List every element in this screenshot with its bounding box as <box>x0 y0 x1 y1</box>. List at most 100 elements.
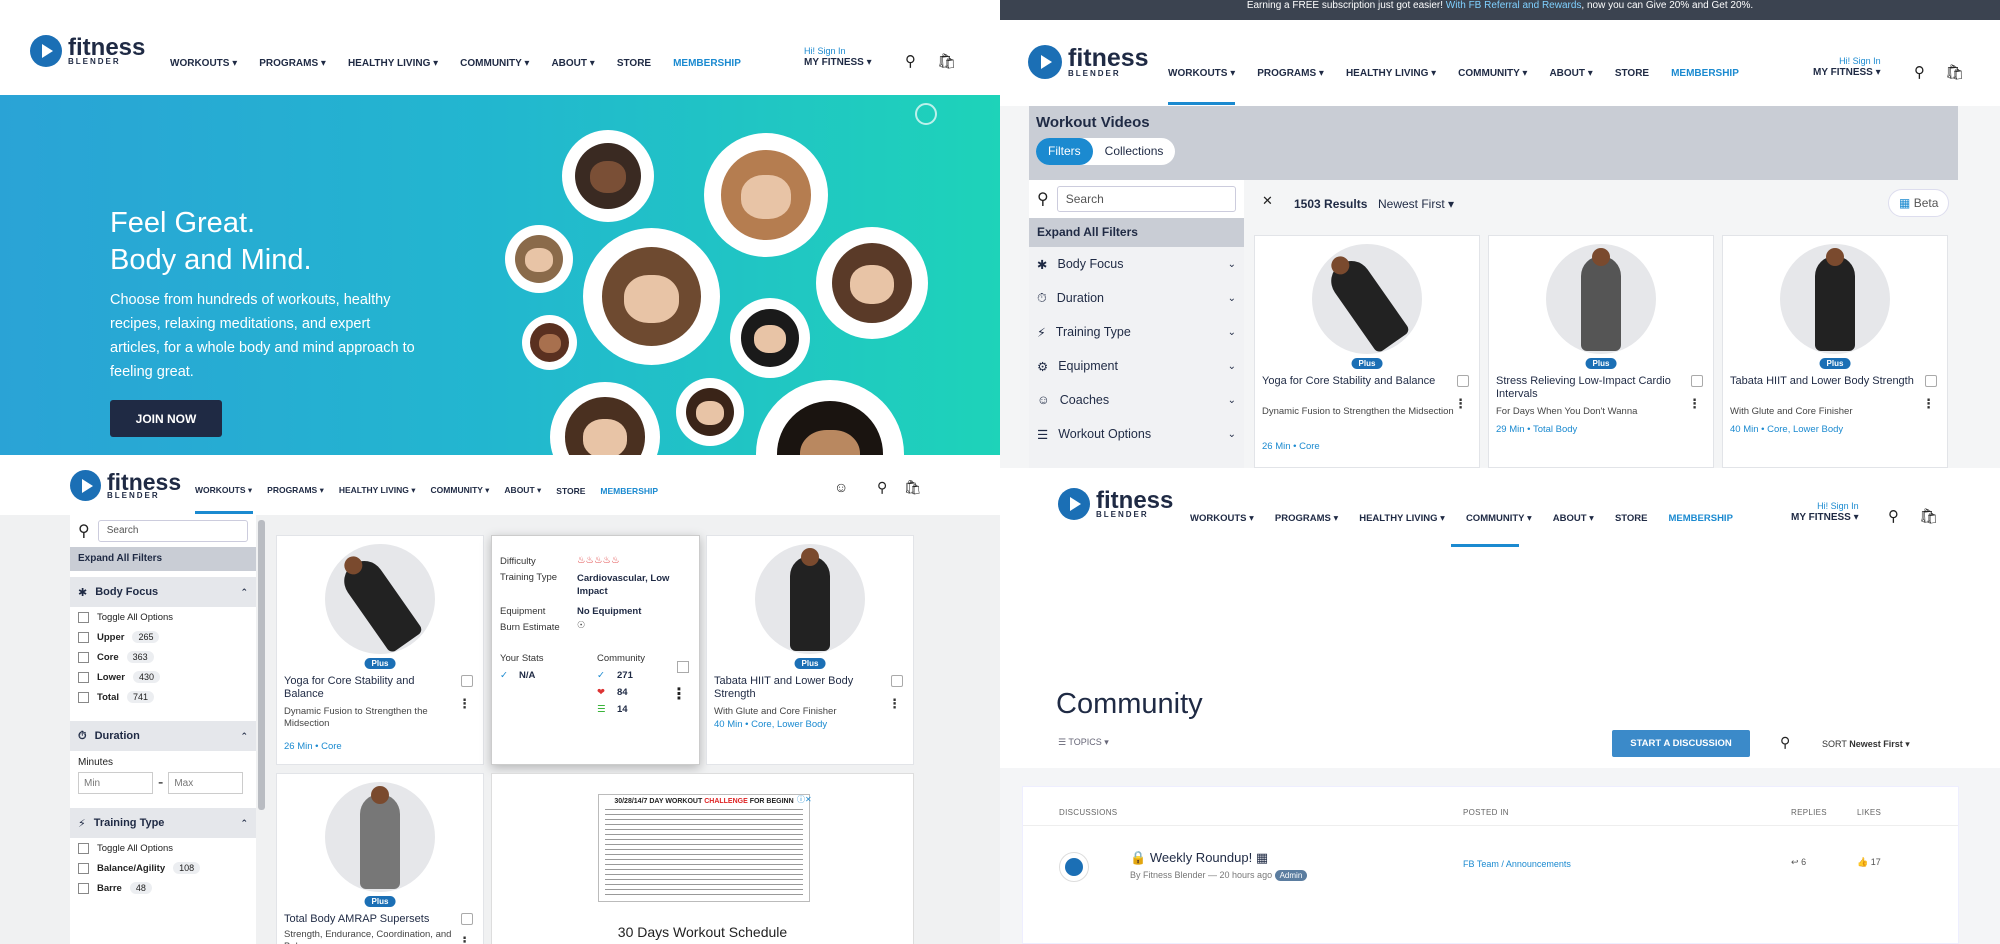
posted-in-link[interactable]: FB Team / Announcements <box>1463 859 1571 869</box>
beta-button[interactable]: ▦ Beta <box>1888 189 1950 217</box>
checkbox-core[interactable]: Core 363 <box>70 647 256 667</box>
checkbox-balance[interactable]: Balance/Agility 108 <box>70 858 256 878</box>
discussion-title[interactable]: 🔒 Weekly Roundup! ▦ <box>1130 850 1268 866</box>
expand-all-filters[interactable]: Expand All Filters <box>70 547 256 571</box>
more-options-icon[interactable]: ⋮ <box>671 684 687 704</box>
calendar-icon[interactable] <box>1691 375 1703 387</box>
nav-about[interactable]: ABOUT ▾ <box>1549 68 1592 79</box>
account-menu[interactable]: Hi! Sign In MY FITNESS ▾ <box>1791 500 1859 524</box>
brand-logo[interactable]: fitness BLENDER <box>1058 488 1173 520</box>
nav-programs[interactable]: PROGRAMS ▾ <box>1257 68 1324 79</box>
nav-membership[interactable]: MEMBERSHIP <box>1671 68 1739 79</box>
search-input[interactable]: Search <box>97 520 248 542</box>
calendar-icon[interactable] <box>891 675 903 687</box>
workout-card[interactable]: Plus Stress Relieving Low-Impact Cardio … <box>1488 235 1714 468</box>
brand-logo[interactable]: fitness BLENDER <box>1028 45 1149 79</box>
start-discussion-button[interactable]: START A DISCUSSION <box>1612 730 1750 757</box>
nav-programs[interactable]: PROGRAMS ▾ <box>1275 513 1338 524</box>
calendar-icon[interactable] <box>461 675 473 687</box>
nav-about[interactable]: ABOUT ▾ <box>1553 513 1594 524</box>
search-icon[interactable]: ⚲ <box>1888 507 1899 525</box>
nav-programs[interactable]: PROGRAMS ▾ <box>259 58 326 69</box>
search-input[interactable]: Search <box>1056 186 1236 212</box>
workout-card[interactable]: Plus Total Body AMRAP Supersets Strength… <box>276 773 484 944</box>
sort-dropdown[interactable]: SORT Newest First ▾ <box>1822 739 1910 750</box>
search-icon[interactable]: ⚲ <box>905 52 916 70</box>
my-fitness-menu[interactable]: MY FITNESS ▾ <box>804 57 872 69</box>
my-fitness-menu[interactable]: MY FITNESS ▾ <box>1813 67 1881 79</box>
workout-card[interactable]: Plus Yoga for Core Stability and Balance… <box>1254 235 1480 468</box>
checkbox-barre[interactable]: Barre 48 <box>70 878 256 898</box>
nav-workouts[interactable]: WORKOUTS ▾ <box>195 485 252 496</box>
expand-all-filters[interactable]: Expand All Filters <box>1029 218 1244 247</box>
calendar-icon[interactable] <box>1925 375 1937 387</box>
toggle-all-options[interactable]: Toggle All Options <box>70 838 256 858</box>
nav-store[interactable]: STORE <box>617 58 651 69</box>
checkbox-upper[interactable]: Upper 265 <box>70 627 256 647</box>
nav-store[interactable]: STORE <box>1615 68 1649 79</box>
calendar-icon[interactable] <box>461 913 473 925</box>
nav-healthy-living[interactable]: HEALTHY LIVING ▾ <box>1359 513 1445 524</box>
account-menu[interactable]: Hi! Sign In MY FITNESS ▾ <box>804 45 872 69</box>
nav-workouts[interactable]: WORKOUTS ▾ <box>170 58 237 69</box>
more-options-icon[interactable]: ⋮ <box>1922 396 1935 412</box>
more-options-icon[interactable]: ⋮ <box>458 696 471 712</box>
duration-section[interactable]: ⏱ Duration ⌃ <box>70 721 256 751</box>
nav-store[interactable]: STORE <box>1615 513 1648 524</box>
sign-in-link[interactable]: Hi! Sign In <box>1813 55 1881 67</box>
checkbox-lower[interactable]: Lower 430 <box>70 667 256 687</box>
workout-card[interactable]: Plus Tabata HIIT and Lower Body Strength… <box>706 535 914 765</box>
user-icon[interactable]: ☺ <box>834 479 848 495</box>
referral-link[interactable]: With FB Referral and Rewards <box>1446 0 1582 11</box>
toggle-all-options[interactable]: Toggle All Options <box>70 607 256 627</box>
advertisement[interactable]: 30/28/14/7 DAY WORKOUT CHALLENGE FOR BEG… <box>491 773 914 944</box>
join-now-button[interactable]: JOIN NOW <box>110 400 222 437</box>
sign-in-link[interactable]: Hi! Sign In <box>1791 500 1859 512</box>
nav-community[interactable]: COMMUNITY ▾ <box>460 58 529 69</box>
min-input[interactable]: Min <box>78 772 153 794</box>
calendar-icon[interactable] <box>677 661 689 673</box>
nav-about[interactable]: ABOUT ▾ <box>504 485 541 496</box>
nav-community[interactable]: COMMUNITY ▾ <box>431 485 490 496</box>
ad-close-icon[interactable]: ⓘ✕ <box>797 794 812 805</box>
ad-caption[interactable]: 30 Days Workout Schedule <box>492 924 913 940</box>
workout-title[interactable]: Yoga for Core Stability and Balance <box>284 675 453 701</box>
topics-dropdown[interactable]: ☰ TOPICS ▾ <box>1058 737 1109 748</box>
filter-duration[interactable]: ⏱ Duration ⌄ <box>1029 281 1244 315</box>
avatar[interactable] <box>1059 852 1089 882</box>
more-options-icon[interactable]: ⋮ <box>1688 396 1701 412</box>
nav-healthy-living[interactable]: HEALTHY LIVING ▾ <box>1346 68 1436 79</box>
clear-filters-icon[interactable]: ✕ <box>1262 193 1273 209</box>
more-options-icon[interactable]: ⋮ <box>1454 396 1467 412</box>
cart-icon[interactable]: 🛍 <box>937 52 956 70</box>
nav-store[interactable]: STORE <box>556 486 585 496</box>
nav-workouts[interactable]: WORKOUTS ▾ <box>1190 513 1254 524</box>
filter-training-type[interactable]: ⚡ Training Type ⌄ <box>1029 315 1244 349</box>
filter-workout-options[interactable]: ☰ Workout Options ⌄ <box>1029 417 1244 451</box>
search-icon[interactable]: ⚲ <box>877 479 887 496</box>
sidebar-scrollbar[interactable] <box>258 520 265 810</box>
nav-healthy-living[interactable]: HEALTHY LIVING ▾ <box>339 485 416 496</box>
filters-tab[interactable]: Filters <box>1036 138 1093 165</box>
account-menu[interactable]: Hi! Sign In MY FITNESS ▾ <box>1813 55 1881 79</box>
calendar-icon[interactable] <box>1457 375 1469 387</box>
search-icon[interactable]: ⚲ <box>1914 63 1925 81</box>
cart-icon[interactable]: 🛍 <box>1945 63 1964 81</box>
filter-equipment[interactable]: ⚙ Equipment ⌄ <box>1029 349 1244 383</box>
workout-card[interactable]: Plus Yoga for Core Stability and Balance… <box>276 535 484 765</box>
workout-title[interactable]: Tabata HIIT and Lower Body Strength <box>1730 375 1917 388</box>
workout-card[interactable]: Plus Tabata HIIT and Lower Body Strength… <box>1722 235 1948 468</box>
sort-dropdown[interactable]: Newest First ▾ <box>1378 197 1454 211</box>
training-type-section[interactable]: ⚡ Training Type ⌃ <box>70 808 256 838</box>
filter-coaches[interactable]: ☺ Coaches ⌄ <box>1029 383 1244 417</box>
max-input[interactable]: Max <box>168 772 244 794</box>
nav-programs[interactable]: PROGRAMS ▾ <box>267 485 324 496</box>
workout-title[interactable]: Yoga for Core Stability and Balance <box>1262 375 1449 388</box>
cart-icon[interactable]: 🛍 <box>1919 507 1938 525</box>
body-focus-section[interactable]: ✱ Body Focus ⌃ <box>70 577 256 607</box>
brand-logo[interactable]: fitness BLENDER <box>30 35 145 67</box>
nav-community[interactable]: COMMUNITY ▾ <box>1458 68 1527 79</box>
nav-healthy-living[interactable]: HEALTHY LIVING ▾ <box>348 58 438 69</box>
more-options-icon[interactable]: ⋮ <box>458 934 471 944</box>
search-icon[interactable]: ⚲ <box>1780 734 1790 751</box>
